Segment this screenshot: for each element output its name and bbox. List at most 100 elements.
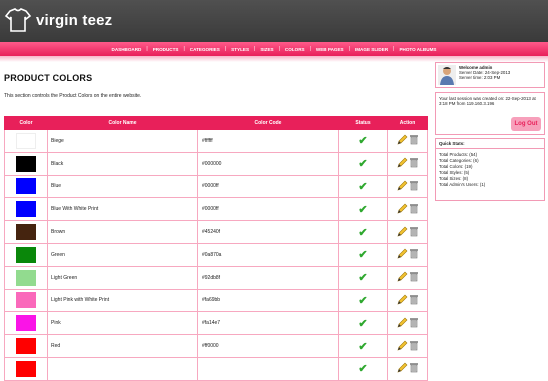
- edit-icon[interactable]: [397, 294, 408, 305]
- status-cell: ✔: [338, 242, 388, 267]
- edit-icon[interactable]: [397, 340, 408, 351]
- check-icon[interactable]: ✔: [358, 318, 367, 330]
- color-code: #fa69bb: [197, 288, 339, 313]
- edit-icon[interactable]: [397, 362, 408, 373]
- action-cell: [387, 151, 428, 176]
- status-cell: ✔: [338, 220, 388, 244]
- color-swatch: [16, 292, 36, 309]
- sidebar: Welcome admin Server Date: 24-Sep-2013 S…: [435, 62, 545, 201]
- color-name: Blue With White Print: [47, 197, 198, 222]
- header-action: Action: [387, 116, 428, 130]
- check-icon[interactable]: ✔: [358, 158, 367, 170]
- color-swatch: [16, 224, 36, 241]
- edit-icon[interactable]: [397, 157, 408, 168]
- table-row: Light Pink with White Print #fa69bb ✔: [4, 288, 428, 313]
- delete-icon[interactable]: [409, 203, 419, 214]
- color-name: Blue: [47, 174, 198, 199]
- page-description: This section controls the Product Colors…: [4, 93, 142, 99]
- header-color: Color: [4, 116, 48, 130]
- swatch-cell: [4, 129, 48, 153]
- color-code: #fa14e7: [197, 311, 339, 336]
- check-icon[interactable]: ✔: [358, 295, 367, 307]
- header: virgin teez: [0, 0, 548, 42]
- logout-button[interactable]: Log Out: [511, 117, 541, 131]
- delete-icon[interactable]: [409, 157, 419, 168]
- action-cell: [387, 311, 428, 336]
- edit-icon[interactable]: [397, 203, 408, 214]
- edit-icon[interactable]: [397, 248, 408, 259]
- swatch-cell: [4, 242, 48, 267]
- action-cell: [387, 220, 428, 244]
- status-cell: ✔: [338, 265, 388, 290]
- color-name: Pink: [47, 311, 198, 336]
- delete-icon[interactable]: [409, 226, 419, 237]
- color-swatch: [16, 132, 36, 149]
- delete-icon[interactable]: [409, 134, 419, 145]
- table-row: Brown #45240f ✔: [4, 220, 428, 244]
- check-icon[interactable]: ✔: [358, 135, 367, 147]
- check-icon[interactable]: ✔: [358, 272, 367, 284]
- swatch-cell: [4, 311, 48, 336]
- stat-admin-users: Total Admin's Users: (1): [439, 182, 486, 187]
- header-color-code: Color Code: [197, 116, 339, 130]
- color-code: #45240f: [197, 220, 339, 244]
- status-cell: ✔: [338, 197, 388, 222]
- table-header-row: Color Color Name Color Code Status Actio…: [4, 116, 428, 130]
- action-cell: [387, 129, 428, 153]
- color-name: Red: [47, 334, 198, 358]
- nav-sizes[interactable]: SIZES: [255, 47, 278, 52]
- color-code: #ffffff: [197, 129, 339, 153]
- color-name: Brown: [47, 220, 198, 244]
- main-content: PRODUCT COLORS This section controls the…: [4, 62, 428, 381]
- color-swatch: [16, 246, 36, 263]
- nav-colors[interactable]: COLORS: [280, 47, 310, 52]
- nav-photo-albums[interactable]: PHOTO ALBUMS: [394, 47, 441, 52]
- table-row: Green #0a870a ✔: [4, 242, 428, 267]
- check-icon[interactable]: ✔: [358, 204, 367, 216]
- delete-icon[interactable]: [409, 271, 419, 282]
- logout-label: Log Out: [514, 121, 538, 127]
- edit-icon[interactable]: [397, 271, 408, 282]
- nav-categories[interactable]: CATEGORIES: [185, 47, 225, 52]
- check-icon[interactable]: ✔: [358, 341, 367, 353]
- table-row: ✔: [4, 356, 428, 381]
- action-cell: [387, 356, 428, 381]
- delete-icon[interactable]: [409, 317, 419, 328]
- swatch-cell: [4, 174, 48, 199]
- edit-icon[interactable]: [397, 134, 408, 145]
- stats-list: Total Products: (54) Total Categories: (…: [436, 149, 544, 191]
- check-icon[interactable]: ✔: [358, 363, 367, 375]
- delete-icon[interactable]: [409, 180, 419, 191]
- colors-table: Color Color Name Color Code Status Actio…: [4, 116, 428, 381]
- delete-icon[interactable]: [409, 340, 419, 351]
- table-row: Blue #0000ff ✔: [4, 174, 428, 199]
- brand-name: virgin teez: [36, 11, 113, 29]
- edit-icon[interactable]: [397, 317, 408, 328]
- check-icon[interactable]: ✔: [358, 249, 367, 261]
- nav-web-pages[interactable]: WEB PAGES: [311, 47, 349, 52]
- table-row: Biege #ffffff ✔: [4, 129, 428, 153]
- nav-image-slider[interactable]: IMAGE SLIDER: [350, 47, 393, 52]
- nav-styles[interactable]: STYLES: [226, 47, 254, 52]
- delete-icon[interactable]: [409, 294, 419, 305]
- color-swatch: [16, 338, 36, 355]
- logo[interactable]: virgin teez: [4, 6, 112, 34]
- edit-icon[interactable]: [397, 180, 408, 191]
- delete-icon[interactable]: [409, 248, 419, 259]
- swatch-cell: [4, 197, 48, 222]
- color-code: #0000ff: [197, 197, 339, 222]
- check-icon[interactable]: ✔: [358, 227, 367, 239]
- table-row: Blue With White Print #0000ff ✔: [4, 197, 428, 222]
- color-code: #ff0000: [197, 334, 339, 358]
- edit-icon[interactable]: [397, 226, 408, 237]
- nav-products[interactable]: PRODUCTS: [148, 47, 184, 52]
- nav-dashboard[interactable]: DASHBOARD: [107, 47, 147, 52]
- quick-stats-box: Quick Stats: Total Products: (54) Total …: [435, 138, 545, 201]
- color-name: Light Pink with White Print: [47, 288, 198, 313]
- check-icon[interactable]: ✔: [358, 181, 367, 193]
- quick-stats-title: Quick Stats:: [436, 139, 544, 149]
- color-swatch: [16, 315, 36, 332]
- page-title: PRODUCT COLORS: [4, 73, 93, 83]
- color-swatch: [16, 155, 36, 172]
- delete-icon[interactable]: [409, 362, 419, 373]
